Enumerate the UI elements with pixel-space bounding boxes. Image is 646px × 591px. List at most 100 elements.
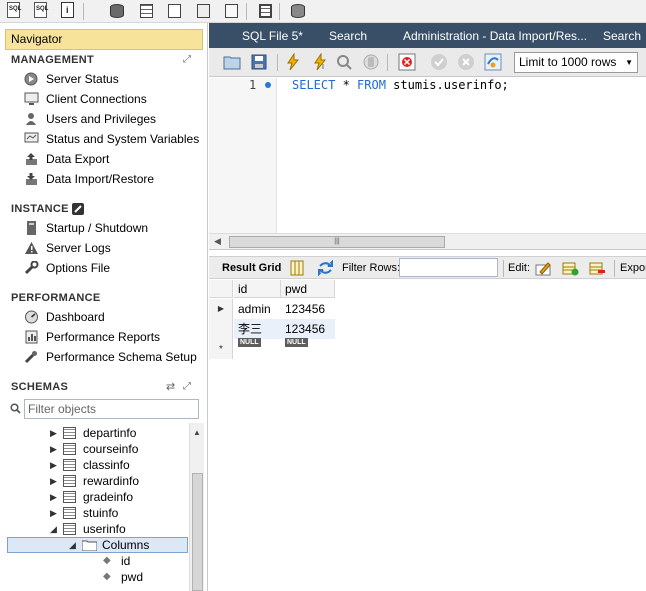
collapse-icon[interactable]: ⤢ [183, 54, 191, 65]
expand-arrow-icon[interactable]: ▶ [50, 441, 57, 457]
stop-on-error-icon[interactable] [398, 53, 416, 71]
export-icon [26, 153, 37, 165]
execute-current-icon[interactable]: I [311, 53, 329, 71]
schema-table-courseinfo[interactable]: ▶ courseinfo [50, 441, 180, 457]
search-table-data-icon[interactable] [255, 1, 275, 21]
scroll-left-icon[interactable]: ◀ [214, 236, 221, 247]
navigator-header: Navigator [5, 29, 203, 50]
instance-icon [72, 203, 84, 215]
schema-table-classinfo[interactable]: ▶ classinfo [50, 457, 180, 473]
schema-table-rewardinfo[interactable]: ▶ rewardinfo [50, 473, 180, 489]
schema-table-gradeinfo[interactable]: ▶ gradeinfo [50, 489, 180, 505]
auto-commit-icon[interactable] [484, 53, 502, 71]
table-icon [63, 523, 76, 535]
grid-cell[interactable]: admin [234, 299, 281, 319]
expand-arrow-icon[interactable]: ▶ [50, 457, 57, 473]
stop-icon[interactable] [362, 53, 380, 71]
sql-editor[interactable]: 1 SELECT * FROM stumis.userinfo; [209, 78, 646, 233]
refresh-icon[interactable]: ⇄ [166, 380, 175, 393]
grid-cell[interactable]: NULL [281, 335, 335, 349]
schema-table-stuinfo[interactable]: ▶ stuinfo [50, 505, 180, 521]
delete-row-icon[interactable] [589, 260, 606, 276]
column-item-pwd[interactable]: ◆ pwd [103, 569, 183, 585]
schema-table-departinfo[interactable]: ▶ departinfo [50, 425, 180, 441]
open-file-icon[interactable] [223, 53, 241, 71]
collapse-arrow-icon[interactable]: ◢ [69, 537, 76, 553]
wrench-icon [24, 261, 39, 275]
filter-objects-input[interactable]: Filter objects [24, 399, 199, 419]
collapse-arrow-icon[interactable]: ◢ [50, 521, 57, 537]
insert-row-icon[interactable] [562, 260, 579, 276]
chevron-down-icon: ▼ [625, 58, 633, 67]
new-row[interactable]: NULL NULL [234, 338, 335, 352]
tree-scrollbar[interactable]: ▲ [189, 423, 204, 591]
new-sql-tab-icon[interactable]: SQL [4, 1, 24, 21]
edit-label: Edit: [508, 262, 531, 274]
warning-icon [25, 242, 38, 254]
expand-arrow-icon[interactable]: ▶ [50, 489, 57, 505]
nav-item-label: Options File [46, 261, 111, 275]
tab-search-2[interactable]: Search [603, 29, 641, 43]
scroll-thumb[interactable]: ||| [229, 236, 445, 248]
management-heading: MANAGEMENT [11, 54, 95, 66]
statement-marker-icon [265, 82, 271, 88]
grid-cell[interactable]: NULL [234, 335, 281, 349]
rollback-icon[interactable] [457, 53, 475, 71]
create-procedure-icon[interactable] [193, 1, 213, 21]
open-sql-file-icon[interactable]: SQL [31, 1, 51, 21]
scroll-thumb[interactable] [192, 473, 203, 591]
commit-icon[interactable] [430, 53, 448, 71]
table-label: rewardinfo [83, 474, 140, 488]
grid-cell[interactable]: 123456 [281, 299, 335, 319]
column-icon: ◆ [103, 555, 111, 566]
export-label[interactable]: Expor [620, 262, 646, 274]
expand-arrow-icon[interactable]: ▶ [50, 473, 57, 489]
column-header-pwd[interactable]: pwd [281, 280, 335, 298]
table-label: courseinfo [83, 442, 139, 456]
editor-horizontal-scrollbar[interactable]: ◀ ||| [209, 233, 646, 250]
limit-rows-select[interactable]: Limit to 1000 rows ▼ [514, 52, 638, 73]
tab-sql-file-5[interactable]: SQL File 5* [242, 29, 303, 43]
nav-item-label: Performance Reports [46, 330, 161, 344]
create-table-icon[interactable] [136, 1, 156, 21]
nav-item-label: Status and System Variables [46, 132, 200, 146]
create-view-icon[interactable] [164, 1, 184, 21]
tab-search[interactable]: Search [329, 29, 367, 43]
schema-table-userinfo[interactable]: ◢ userinfo [50, 521, 180, 537]
collapse-icon[interactable]: ⤢ [183, 381, 191, 392]
column-icon: ◆ [103, 571, 111, 582]
expand-arrow-icon[interactable]: ▶ [50, 505, 57, 521]
table-label: stuinfo [83, 506, 119, 520]
column-header-id[interactable]: id [234, 280, 281, 298]
nav-item-label: Users and Privileges [46, 112, 157, 126]
sql-editor-toolbar: I Limit to 1000 rows ▼ [209, 48, 646, 77]
sql-query-text[interactable]: SELECT * FROM stumis.userinfo; [292, 78, 509, 92]
create-function-icon[interactable] [221, 1, 241, 21]
user-icon [26, 113, 36, 125]
execute-icon[interactable] [284, 53, 302, 71]
scroll-up-icon[interactable]: ▲ [193, 428, 201, 437]
explain-icon[interactable] [336, 53, 354, 71]
columns-folder[interactable]: ◢ Columns [69, 537, 179, 553]
result-grid-label[interactable]: Result Grid [222, 262, 281, 274]
reconnect-icon[interactable] [288, 1, 308, 21]
create-schema-icon[interactable] [107, 1, 127, 21]
refresh-icon[interactable] [317, 260, 334, 276]
table-row[interactable]: admin 123456 [234, 299, 335, 319]
tab-admin-data-import[interactable]: Administration - Data Import/Res... [403, 29, 587, 43]
save-icon[interactable] [250, 53, 268, 71]
column-label: id [121, 554, 131, 568]
sql-keyword: FROM [357, 78, 386, 92]
current-row-marker-icon: ▶ [217, 304, 225, 313]
edit-row-icon[interactable] [535, 260, 552, 276]
grid-view-icon[interactable] [289, 260, 306, 276]
sql-keyword: SELECT [292, 78, 336, 92]
table-icon [63, 507, 76, 519]
expand-arrow-icon[interactable]: ▶ [50, 425, 57, 441]
nav-item-label: Dashboard [46, 310, 105, 324]
dashboard-icon [25, 310, 38, 324]
filter-rows-label: Filter Rows: [342, 262, 401, 274]
filter-rows-input[interactable] [399, 258, 498, 277]
column-item-id[interactable]: ◆ id [103, 553, 183, 569]
inspector-icon[interactable]: i [58, 1, 78, 21]
